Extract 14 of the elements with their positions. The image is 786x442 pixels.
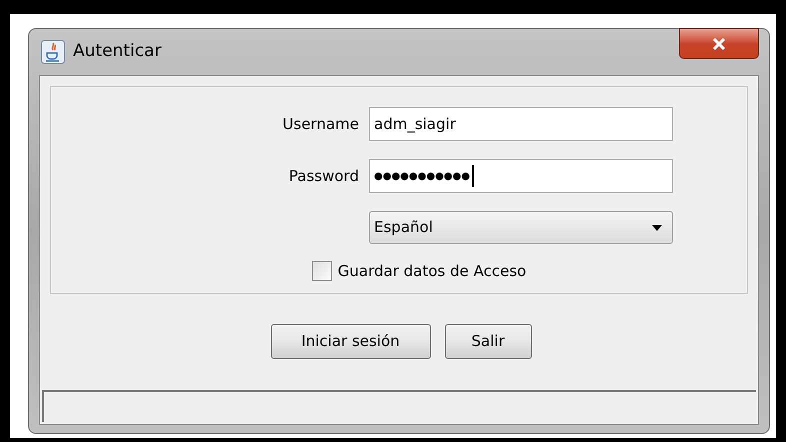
exit-button[interactable]: Salir [444, 324, 532, 359]
remember-checkbox[interactable] [312, 261, 332, 282]
login-button[interactable]: Iniciar sesión [270, 324, 430, 359]
cup-icon [41, 40, 65, 64]
username-label: Username [282, 114, 359, 135]
password-field[interactable]: ●●●●●●●●●●● [369, 159, 673, 193]
close-button[interactable] [679, 28, 759, 59]
username-field[interactable]: adm_siagir [369, 107, 673, 141]
close-icon [712, 38, 726, 50]
remember-label: Guardar datos de Acceso [338, 261, 526, 282]
language-dropdown[interactable]: Español [369, 211, 673, 244]
caret-icon [652, 224, 662, 230]
password-label: Password [288, 166, 359, 187]
window-title: Autenticar [73, 40, 162, 64]
